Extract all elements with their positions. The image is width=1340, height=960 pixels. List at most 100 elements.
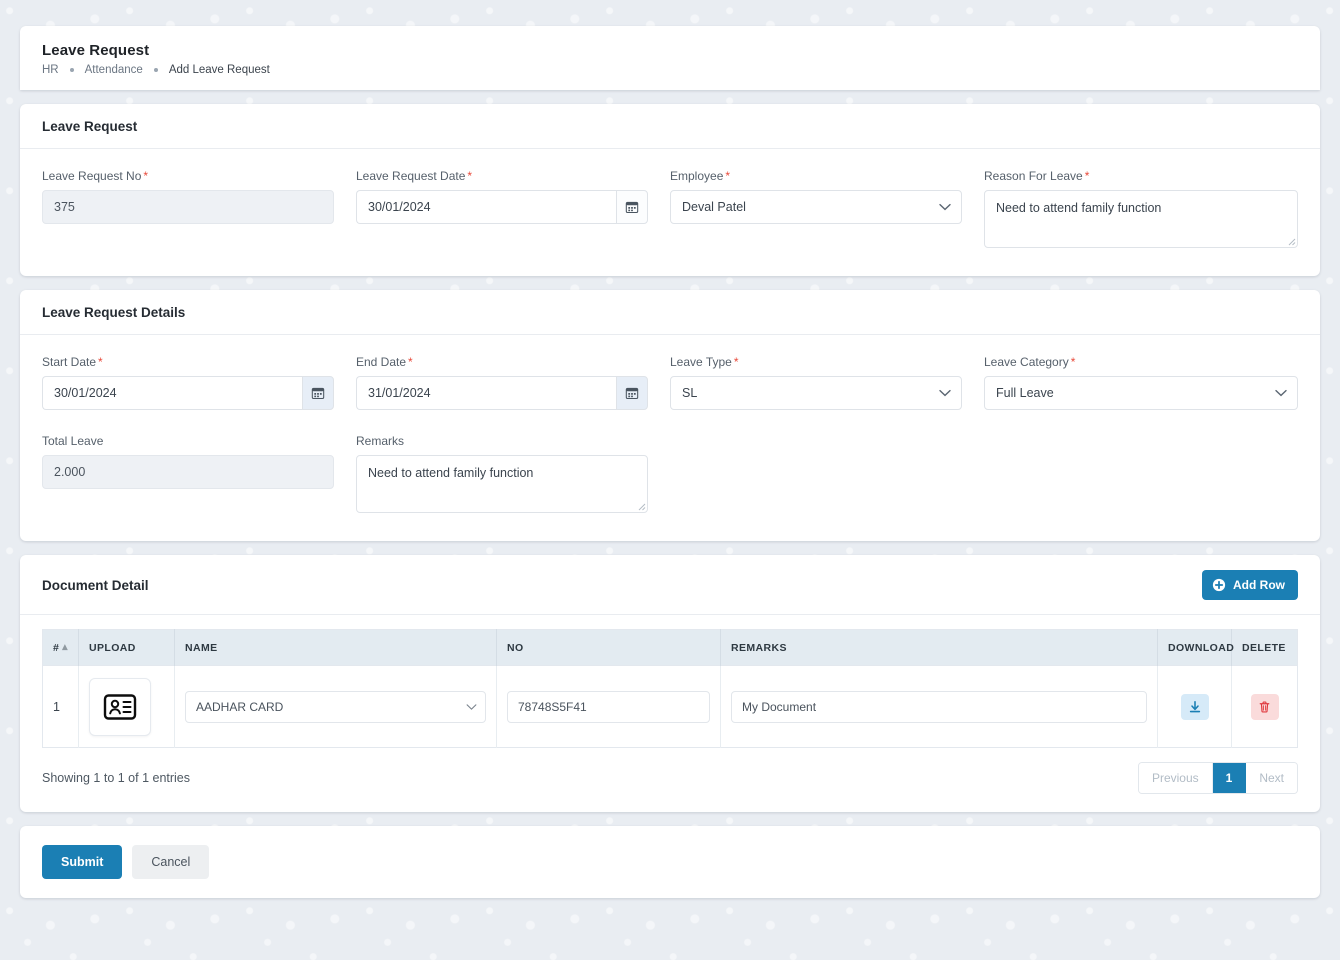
start-date-label-text: Start Date — [42, 355, 96, 369]
leave-category-field: Leave Category* Full Leave — [984, 355, 1298, 410]
remarks-textarea[interactable]: Need to attend family function — [356, 455, 648, 513]
leave-type-label: Leave Type* — [670, 355, 962, 369]
submit-button[interactable]: Submit — [42, 845, 122, 879]
start-date-input-group: 30/01/2024 — [42, 376, 334, 410]
leave-type-field: Leave Type* SL — [670, 355, 984, 410]
total-leave-field: Total Leave 2.000 — [42, 434, 356, 513]
column-header-index-label: # — [53, 642, 59, 654]
details-field-row-2: Total Leave 2.000 Remarks Need to attend… — [42, 434, 1298, 513]
start-date-calendar-button[interactable] — [302, 376, 334, 410]
leave-request-details-section-body: Start Date* 30/01/2024 — [20, 335, 1320, 541]
leave-request-section-title: Leave Request — [20, 104, 1320, 149]
document-detail-header: Document Detail Add Row — [20, 555, 1320, 615]
row-index: 1 — [43, 666, 79, 748]
column-header-name[interactable]: NAME — [175, 630, 497, 666]
row-upload-cell — [79, 666, 175, 748]
leave-request-date-label-text: Leave Request Date — [356, 169, 465, 183]
end-date-label-text: End Date — [356, 355, 406, 369]
column-header-no[interactable]: NO — [497, 630, 721, 666]
required-asterisk: * — [98, 355, 103, 369]
document-table: #▴ UPLOAD NAME NO REMARKS DOWNLOAD DELET… — [42, 629, 1298, 748]
reason-for-leave-label: Reason For Leave* — [984, 169, 1298, 183]
download-button[interactable] — [1181, 694, 1209, 720]
delete-button[interactable] — [1251, 694, 1279, 720]
leave-request-no-label-text: Leave Request No — [42, 169, 141, 183]
breadcrumb: HR Attendance Add Leave Request — [42, 64, 1298, 76]
entries-info: Showing 1 to 1 of 1 entries — [42, 771, 190, 785]
table-footer: Showing 1 to 1 of 1 entries Previous 1 N… — [20, 748, 1320, 812]
id-card-icon — [103, 693, 137, 721]
form-actions-card: Submit Cancel — [20, 826, 1320, 898]
column-header-remarks[interactable]: REMARKS — [721, 630, 1158, 666]
add-row-button[interactable]: Add Row — [1202, 570, 1298, 600]
row-download-cell — [1158, 666, 1232, 748]
leave-type-label-text: Leave Type — [670, 355, 732, 369]
leave-request-details-card: Leave Request Details Start Date* 30/01/… — [20, 290, 1320, 541]
column-header-upload[interactable]: UPLOAD — [79, 630, 175, 666]
leave-type-select[interactable]: SL — [670, 376, 962, 410]
column-header-index[interactable]: #▴ — [43, 630, 79, 666]
reason-for-leave-label-text: Reason For Leave — [984, 169, 1083, 183]
download-icon — [1188, 700, 1202, 714]
document-detail-card: Document Detail Add Row #▴ UPLOAD NA — [20, 555, 1320, 812]
plus-circle-icon — [1212, 578, 1226, 592]
end-date-field: End Date* 31/01/2024 — [356, 355, 670, 410]
cancel-button[interactable]: Cancel — [132, 845, 209, 879]
reason-for-leave-wrap: Need to attend family function — [984, 190, 1298, 248]
leave-category-select[interactable]: Full Leave — [984, 376, 1298, 410]
employee-label: Employee* — [670, 169, 962, 183]
row-no-cell: 78748S5F41 — [497, 666, 721, 748]
leave-request-date-field: Leave Request Date* 30/01/2024 — [356, 169, 670, 248]
column-header-delete[interactable]: DELETE — [1232, 630, 1298, 666]
pagination: Previous 1 Next — [1138, 762, 1298, 794]
pagination-previous[interactable]: Previous — [1139, 763, 1213, 793]
page-title: Leave Request — [42, 42, 1298, 59]
start-date-field: Start Date* 30/01/2024 — [42, 355, 356, 410]
sort-ascending-icon: ▴ — [62, 641, 68, 653]
row-name-cell: AADHAR CARD — [175, 666, 497, 748]
start-date-input[interactable]: 30/01/2024 — [42, 376, 302, 410]
breadcrumb-item-attendance[interactable]: Attendance — [85, 64, 143, 76]
document-no-input[interactable]: 78748S5F41 — [507, 691, 710, 723]
end-date-calendar-button[interactable] — [616, 376, 648, 410]
required-asterisk: * — [1071, 355, 1076, 369]
required-asterisk: * — [143, 169, 148, 183]
required-asterisk: * — [725, 169, 730, 183]
leave-type-select-wrap: SL — [670, 376, 962, 410]
pagination-page-1[interactable]: 1 — [1213, 763, 1247, 793]
calendar-icon — [625, 200, 639, 214]
document-table-head: #▴ UPLOAD NAME NO REMARKS DOWNLOAD DELET… — [43, 630, 1298, 666]
breadcrumb-item-hr[interactable]: HR — [42, 64, 59, 76]
document-table-header-row: #▴ UPLOAD NAME NO REMARKS DOWNLOAD DELET… — [43, 630, 1298, 666]
breadcrumb-item-current: Add Leave Request — [169, 64, 270, 76]
column-header-download[interactable]: DOWNLOAD — [1158, 630, 1232, 666]
upload-thumbnail-button[interactable] — [89, 678, 151, 736]
remarks-wrap: Need to attend family function — [356, 455, 648, 513]
start-date-label: Start Date* — [42, 355, 334, 369]
details-row2-spacer-b — [984, 434, 1298, 513]
reason-for-leave-field: Reason For Leave* Need to attend family … — [984, 169, 1298, 248]
row-remarks-cell: My Document — [721, 666, 1158, 748]
leave-request-date-label: Leave Request Date* — [356, 169, 648, 183]
leave-category-label: Leave Category* — [984, 355, 1298, 369]
leave-request-date-input[interactable]: 30/01/2024 — [356, 190, 616, 224]
calendar-icon — [625, 386, 639, 400]
employee-field: Employee* Deval Patel — [670, 169, 984, 248]
pagination-next[interactable]: Next — [1246, 763, 1297, 793]
end-date-input[interactable]: 31/01/2024 — [356, 376, 616, 410]
leave-request-date-calendar-button[interactable] — [616, 190, 648, 224]
page-container: Leave Request HR Attendance Add Leave Re… — [20, 26, 1320, 912]
add-row-button-label: Add Row — [1233, 578, 1285, 592]
leave-request-field-row: Leave Request No* 375 Leave Request Date… — [42, 169, 1298, 248]
employee-select-wrap: Deval Patel — [670, 190, 962, 224]
leave-request-section-body: Leave Request No* 375 Leave Request Date… — [20, 149, 1320, 276]
document-name-select-wrap: AADHAR CARD — [185, 691, 486, 723]
leave-category-select-wrap: Full Leave — [984, 376, 1298, 410]
document-remarks-input[interactable]: My Document — [731, 691, 1147, 723]
leave-request-no-label: Leave Request No* — [42, 169, 334, 183]
document-name-select[interactable]: AADHAR CARD — [185, 691, 486, 723]
required-asterisk: * — [1085, 169, 1090, 183]
employee-select[interactable]: Deval Patel — [670, 190, 962, 224]
leave-request-no-input: 375 — [42, 190, 334, 224]
reason-for-leave-textarea[interactable]: Need to attend family function — [984, 190, 1298, 248]
